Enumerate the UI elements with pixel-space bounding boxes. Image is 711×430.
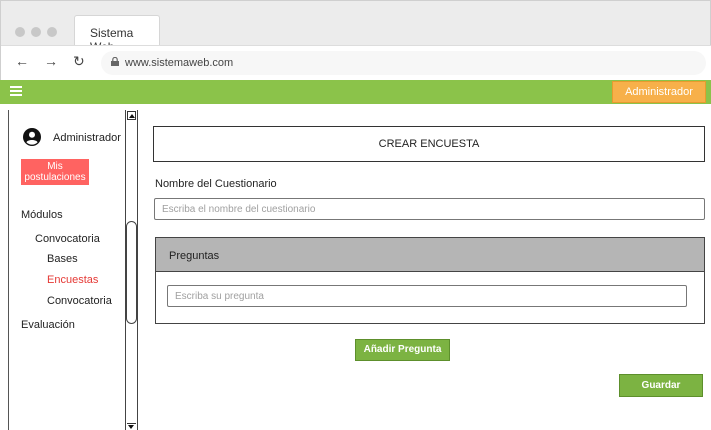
back-arrow-icon[interactable]: ← — [15, 54, 29, 68]
mis-postulaciones-button[interactable]: Mis postulaciones — [21, 159, 89, 185]
scroll-down-arrow-icon[interactable] — [127, 423, 136, 429]
browser-window-chrome: Sistema Web ← → ↻ www.sistemaweb.com — [0, 0, 711, 82]
url-field[interactable]: www.sistemaweb.com — [101, 51, 706, 75]
crear-encuesta-title-box: CREAR ENCUESTA — [153, 126, 705, 162]
reload-icon[interactable]: ↻ — [73, 54, 85, 68]
nombre-cuestionario-label: Nombre del Cuestionario — [155, 178, 277, 190]
window-controls — [15, 27, 57, 37]
preguntas-header: Preguntas — [156, 238, 704, 272]
sidebar-item-bases[interactable]: Bases — [47, 253, 78, 265]
sidebar-item-convocatoria[interactable]: Convocatoria — [35, 233, 100, 245]
nombre-cuestionario-input[interactable]: Escriba el nombre del cuestionario — [154, 198, 705, 220]
guardar-button[interactable]: Guardar — [619, 374, 703, 397]
administrador-button[interactable]: Administrador — [612, 81, 706, 103]
sidebar: Administrador Mis postulaciones Módulos … — [8, 110, 125, 430]
minimize-window-dot[interactable] — [31, 27, 41, 37]
sidebar-item-encuestas[interactable]: Encuestas — [47, 274, 98, 286]
scroll-up-arrow-icon[interactable] — [127, 111, 136, 120]
preguntas-panel: Preguntas Escriba su pregunta — [155, 237, 705, 324]
app-header-bar: Administrador — [0, 80, 711, 104]
scrollbar-thumb[interactable] — [126, 221, 137, 324]
sidebar-item-evaluacion[interactable]: Evaluación — [21, 319, 75, 331]
pregunta-placeholder: Escriba su pregunta — [175, 291, 264, 302]
maximize-window-dot[interactable] — [47, 27, 57, 37]
preguntas-header-label: Preguntas — [169, 250, 220, 262]
sidebar-item-convocatoria-sub[interactable]: Convocatoria — [47, 295, 112, 307]
sidebar-scrollbar[interactable] — [125, 110, 138, 430]
anadir-pregunta-button[interactable]: Añadir Pregunta — [355, 339, 450, 361]
user-avatar-icon — [23, 128, 41, 146]
nombre-cuestionario-placeholder: Escriba el nombre del cuestionario — [162, 204, 316, 215]
page-title: CREAR ENCUESTA — [378, 138, 480, 150]
close-window-dot[interactable] — [15, 27, 25, 37]
menu-icon[interactable] — [10, 86, 22, 96]
sidebar-heading-modulos: Módulos — [21, 209, 63, 221]
browser-tab[interactable]: Sistema Web — [74, 15, 160, 54]
address-bar-row: ← → ↻ www.sistemaweb.com — [1, 45, 711, 80]
url-text: www.sistemaweb.com — [125, 57, 234, 69]
sidebar-user-name: Administrador — [53, 132, 121, 144]
forward-arrow-icon[interactable]: → — [44, 54, 58, 68]
pregunta-input[interactable]: Escriba su pregunta — [167, 285, 687, 307]
lock-icon — [111, 57, 119, 66]
